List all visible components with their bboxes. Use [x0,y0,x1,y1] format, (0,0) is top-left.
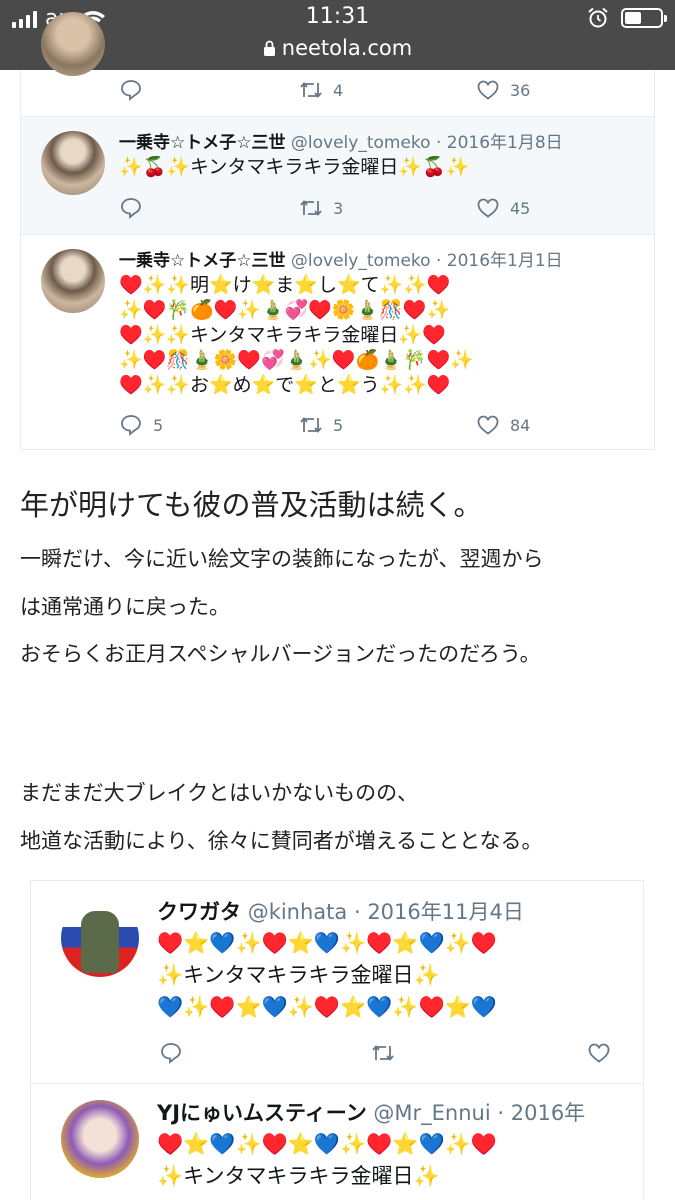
reply-icon [161,1043,181,1064]
clock: 11:31 [305,4,370,29]
retweet-count: 4 [333,80,344,100]
user-name[interactable]: 一乗寺☆トメ子☆三世 [119,133,285,153]
tweet-body: クワガタ @kinhata · 2016年11月4日 ♥️⭐️💙✨♥️⭐️💙✨♥… [157,897,524,1023]
tweet-header: 一乗寺☆トメ子☆三世 @lovely_tomeko · 2016年1月8日 [119,131,563,155]
embedded-tweet-thread-bottom: クワガタ @kinhata · 2016年11月4日 ♥️⭐️💙✨♥️⭐️💙✨♥… [30,880,644,1200]
like-count: 84 [510,415,531,435]
tweet-text-line: ✨♥️🎊🎍🌼♥️💞🎍✨♥️🍊🎍🎋♥️✨ [119,349,474,371]
user-handle[interactable]: @lovely_tomeko [291,251,431,271]
retweet-action[interactable]: 3 [299,196,343,220]
like-action[interactable] [587,1041,611,1065]
reply-action[interactable]: 5 [119,413,163,437]
like-count: 36 [510,80,531,100]
retweet-action[interactable]: 5 [299,413,343,437]
reply-count: 5 [153,415,164,435]
alarm-icon [588,7,608,28]
like-action[interactable]: 45 [476,196,530,220]
tweet-item[interactable]: 一乗寺☆トメ子☆三世 @lovely_tomeko · 2016年1月8日 ✨🍒… [21,117,654,235]
tweet-date[interactable]: · 2016年 [497,1101,585,1125]
avatar[interactable] [61,1100,139,1178]
status-right [587,7,667,29]
user-name[interactable]: YJにゅいムスティーン [157,1101,367,1125]
tweet-actions: 3 45 [119,196,639,222]
tweet-text-line: ✨キンタマキラキラ金曜日✨ [157,963,440,987]
reply-icon [121,198,141,219]
tweet-text-line: ♥️⭐️💙✨♥️⭐️💙✨♥️⭐️💙✨♥️ [157,931,497,955]
tweet-text-line: ✨♥️🎋🍊♥️✨🎍💞♥️🌼🎍🎊♥️✨ [119,299,451,321]
like-icon [588,1043,610,1063]
retweet-count: 3 [333,198,344,218]
retweet-action[interactable]: 4 [299,78,343,102]
paragraph-line: 一瞬だけ、今に近い絵文字の装飾になったが、翌週から [20,547,544,571]
tweet-text-line: ✨キンタマキラキラ金曜日✨ [157,1164,440,1188]
reply-icon [121,415,141,436]
like-icon [477,80,499,100]
user-handle[interactable]: @kinhata [248,900,348,924]
paragraph-line: まだまだ大ブレイクとはいかないものの、 [20,781,419,805]
avatar[interactable] [61,899,139,977]
retweet-icon [300,417,322,433]
paragraph-line: 地道な活動により、徐々に賛同者が増えることとなる。 [20,829,543,853]
tweet-item[interactable]: 一乗寺☆トメ子☆三世 @lovely_tomeko · 2016年1月1日 ♥️… [21,235,654,450]
avatar[interactable] [41,12,105,76]
user-handle[interactable]: @Mr_Ennui [373,1101,490,1125]
like-action[interactable]: 36 [476,78,530,102]
tweet-actions: 4 36 [119,78,639,104]
tweet-actions [159,1041,619,1067]
tweet-item[interactable]: クワガタ @kinhata · 2016年11月4日 ♥️⭐️💙✨♥️⭐️💙✨♥… [31,881,643,1084]
retweet-icon [300,200,322,216]
tweet-text-line: ♥️⭐️💙✨♥️⭐️💙✨♥️⭐️💙✨♥️ [157,1132,497,1156]
avatar[interactable] [41,249,105,313]
paragraph-line: おそらくお正月スペシャルバージョンだったのだろう。 [20,642,541,666]
paragraph-line: は通常通りに戻った。 [20,595,230,619]
tweet-text-line: 💙✨♥️⭐️💙✨♥️⭐️💙✨♥️⭐️💙 [157,995,497,1019]
tweet-body: 一乗寺☆トメ子☆三世 @lovely_tomeko · 2016年1月1日 ♥️… [119,249,563,398]
user-handle[interactable]: @lovely_tomeko [291,133,431,153]
reply-action[interactable] [119,196,143,220]
tweet-date[interactable]: · 2016年1月1日 [436,251,563,271]
tweet-header: YJにゅいムスティーン @Mr_Ennui · 2016年 [157,1098,585,1128]
reply-action[interactable] [159,1041,183,1065]
tweet-header: 一乗寺☆トメ子☆三世 @lovely_tomeko · 2016年1月1日 [119,249,563,273]
tweet-header: クワガタ @kinhata · 2016年11月4日 [157,897,524,927]
like-icon [477,415,499,435]
retweet-icon [372,1045,394,1061]
retweet-count: 5 [333,415,344,435]
retweet-icon [300,82,322,98]
tweet-text-line: ♥️✨✨キンタマキラキラ金曜日✨♥️ [119,324,446,346]
user-name[interactable]: クワガタ [157,900,241,924]
article-heading: 年が明けても彼の普及活動は続く。 [20,488,483,522]
lock-icon [263,40,275,56]
tweet-body: 一乗寺☆トメ子☆三世 @lovely_tomeko · 2016年1月8日 ✨🍒… [119,131,563,180]
like-action[interactable]: 84 [476,413,530,437]
battery-icon [621,8,667,28]
embedded-tweet-thread-top: 4 36 一乗寺☆トメ子☆三世 @lovely_tomeko · 2016年1月… [20,12,655,450]
tweet-body: YJにゅいムスティーン @Mr_Ennui · 2016年 ♥️⭐️💙✨♥️⭐️… [157,1098,585,1192]
like-count: 45 [510,198,531,218]
tweet-date[interactable]: · 2016年1月8日 [436,133,563,153]
tweet-text-line: ♥️✨✨明⭐️け⭐️ま⭐️し⭐️て✨✨♥️ [119,274,451,296]
tweet-actions: 5 5 84 [119,413,639,439]
tweet-text-line: ♥️✨✨お⭐️め⭐️で⭐️と⭐️う✨✨♥️ [119,374,451,396]
url-text[interactable]: neetola.com [282,36,412,60]
avatar[interactable] [41,131,105,195]
like-icon [477,198,499,218]
reply-action[interactable] [119,78,143,102]
tweet-item[interactable]: YJにゅいムスティーン @Mr_Ennui · 2016年 ♥️⭐️💙✨♥️⭐️… [31,1084,643,1200]
reply-icon [121,80,141,101]
user-name[interactable]: 一乗寺☆トメ子☆三世 [119,251,285,271]
tweet-date[interactable]: · 2016年11月4日 [354,900,524,924]
retweet-action[interactable] [371,1041,395,1065]
tweet-partial: 4 36 [21,12,654,117]
tweet-text-line: ✨🍒✨キンタマキラキラ金曜日✨🍒✨ [119,156,470,178]
